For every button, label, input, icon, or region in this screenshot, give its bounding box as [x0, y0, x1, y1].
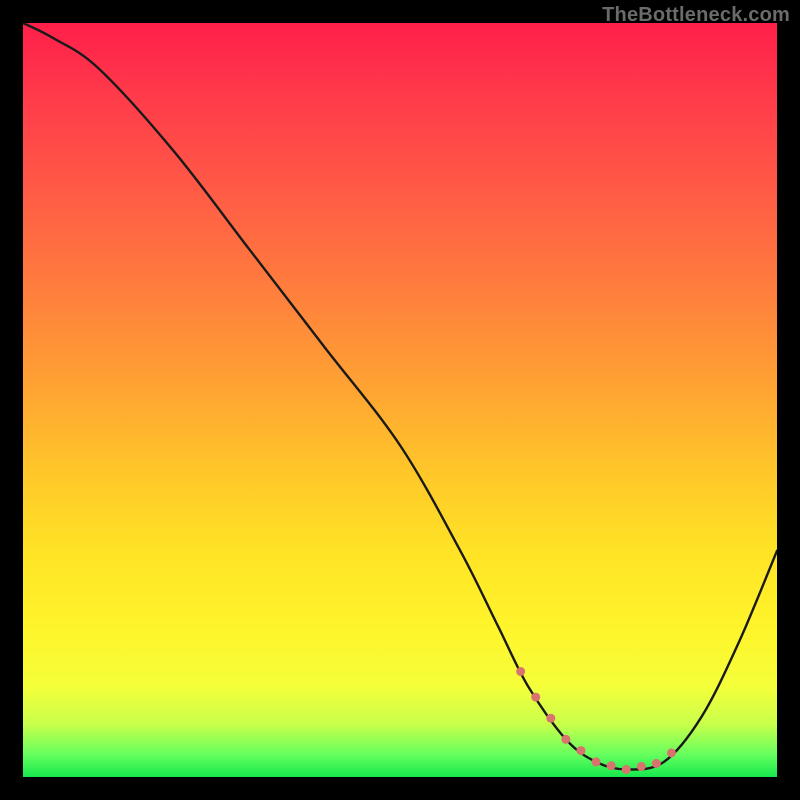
valley-marker	[667, 748, 676, 757]
valley-marker	[592, 757, 601, 766]
valley-marker	[607, 761, 616, 770]
valley-marker	[516, 667, 525, 676]
valley-marker	[576, 746, 585, 755]
plot-area	[23, 23, 777, 777]
bottleneck-curve	[23, 23, 777, 777]
valley-marker	[531, 693, 540, 702]
valley-marker	[546, 714, 555, 723]
valley-marker	[622, 765, 631, 774]
valley-marker	[637, 762, 646, 771]
watermark-text: TheBottleneck.com	[602, 4, 790, 27]
valley-marker	[652, 759, 661, 768]
chart-frame: TheBottleneck.com	[0, 0, 800, 800]
valley-marker	[561, 735, 570, 744]
